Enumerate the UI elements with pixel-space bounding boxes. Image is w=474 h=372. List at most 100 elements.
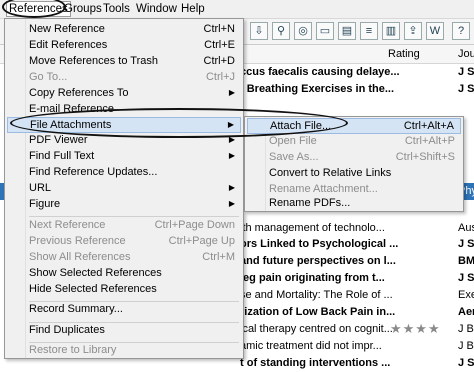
row-journal: J Sp	[458, 238, 474, 250]
menu-item-shortcut: Ctrl+Alt+A	[403, 120, 454, 132]
menu-item-find-duplicates[interactable]: Find Duplicates	[7, 323, 241, 339]
menu-item-label: Copy References To	[29, 87, 129, 99]
menu-item-shortcut: Ctrl+E	[204, 39, 235, 51]
help-icon[interactable]: ?	[452, 22, 470, 40]
menu-item-label: New Reference	[29, 23, 105, 35]
menu-item-pdf-viewer[interactable]: PDF Viewer ▶	[7, 133, 241, 149]
menu-item-label: Restore to Library	[29, 344, 117, 356]
menu-tools[interactable]: Tools	[103, 2, 130, 16]
row-title: rization of Low Back Pain in...	[240, 306, 396, 318]
column-journal[interactable]: Jou	[458, 48, 474, 60]
menu-item-shortcut: Ctrl+M	[202, 251, 235, 263]
menu-item-label: Go To...	[29, 71, 68, 83]
folder-icon[interactable]: ▭	[316, 22, 334, 40]
menu-item-label: Save As...	[269, 151, 319, 163]
row-title: ccus faecalis causing delaye...	[240, 66, 400, 78]
menu-item-figure[interactable]: Figure ▶	[7, 197, 241, 213]
menu-item-label: Rename PDFs...	[269, 197, 351, 209]
submenu-arrow-icon: ▶	[228, 183, 235, 192]
menu-item-label: Open File	[269, 135, 317, 147]
menu-item-shortcut: Ctrl+Page Up	[168, 235, 235, 247]
row-title: leg pain originating from t...	[240, 272, 385, 284]
row-journal: Exe	[458, 289, 474, 301]
menu-item-label: Attach File...	[270, 120, 332, 132]
submenu-arrow-icon: ▶	[228, 88, 235, 97]
list-icon[interactable]: ≡	[360, 22, 378, 40]
menu-item-label: Previous Reference	[29, 235, 126, 247]
menu-item-label: Next Reference	[29, 219, 106, 231]
submenu-item-open-file[interactable]: Open File Ctrl+Alt+P	[247, 134, 461, 150]
menu-item-label: Edit References	[29, 39, 108, 51]
row-title: amic treatment did not impr...	[240, 340, 382, 352]
submenu-arrow-icon: ▶	[228, 199, 235, 208]
menu-item-go-to[interactable]: Go To... Ctrl+J	[7, 70, 241, 86]
row-title: ical therapy centred on cognit...	[240, 323, 393, 335]
find-icon[interactable]: ⚲	[272, 22, 290, 40]
menu-item-email-reference[interactable]: E-mail Reference	[7, 102, 241, 118]
menu-item-find-full-text[interactable]: Find Full Text ▶	[7, 149, 241, 165]
menu-item-move-to-trash[interactable]: Move References to Trash Ctrl+D	[7, 54, 241, 70]
submenu-item-save-as[interactable]: Save As... Ctrl+Shift+S	[247, 150, 461, 166]
menu-item-copy-references-to[interactable]: Copy References To ▶	[7, 86, 241, 102]
online-search-icon[interactable]: ◎	[294, 22, 312, 40]
export-icon[interactable]: ⇪	[404, 22, 422, 40]
column-rating[interactable]: Rating	[388, 48, 420, 60]
row-journal: J Sp	[458, 83, 474, 95]
submenu-arrow-icon: ▶	[227, 120, 234, 129]
menu-item-label: File Attachments	[30, 119, 112, 131]
menu-help[interactable]: Help	[181, 2, 205, 16]
menu-item-find-reference-updates[interactable]: Find Reference Updates...	[7, 165, 241, 181]
row-journal: J Be	[458, 323, 474, 335]
menu-item-label: PDF Viewer	[29, 134, 88, 146]
row-journal: Aus	[458, 222, 474, 234]
word-icon[interactable]: W	[426, 22, 444, 40]
menu-item-url[interactable]: URL ▶	[7, 181, 241, 197]
menu-item-edit-references[interactable]: Edit References Ctrl+E	[7, 38, 241, 54]
row-title: se and Mortality: The Role of ...	[240, 289, 393, 301]
submenu-item-rename-pdfs[interactable]: Rename PDFs...	[247, 196, 461, 212]
open-icon[interactable]: ▤	[338, 22, 356, 40]
submenu-item-convert-relative-links[interactable]: Convert to Relative Links	[247, 166, 461, 182]
menu-item-record-summary[interactable]: Record Summary...	[7, 302, 241, 318]
submenu-item-attach-file[interactable]: Attach File... Ctrl+Alt+A	[247, 118, 461, 134]
menu-item-label: Record Summary...	[29, 303, 123, 315]
menu-item-shortcut: Ctrl+N	[203, 23, 235, 35]
menu-groups[interactable]: Groups	[64, 2, 102, 16]
menu-window[interactable]: Window	[136, 2, 177, 16]
submenu-arrow-icon: ▶	[228, 151, 235, 160]
menu-item-label: Rename Attachment...	[269, 183, 378, 195]
menu-item-shortcut: Ctrl+Shift+S	[395, 151, 455, 163]
row-title: f Breathing Exercises in the...	[240, 83, 395, 95]
menu-separator	[29, 216, 239, 217]
menu-item-file-attachments[interactable]: File Attachments ▶	[7, 117, 241, 133]
menu-item-shortcut: Ctrl+Page Down	[154, 219, 235, 231]
row-title: ith management of technolo...	[240, 222, 385, 234]
rating-stars[interactable]: ★★★★	[390, 321, 441, 337]
menu-item-shortcut: Ctrl+Alt+P	[404, 135, 455, 147]
row-journal: J Sp	[458, 272, 474, 284]
menu-item-label: Show Selected References	[29, 267, 162, 279]
menu-item-previous-reference[interactable]: Previous Reference Ctrl+Page Up	[7, 234, 241, 250]
menu-item-restore-to-library[interactable]: Restore to Library	[7, 343, 241, 359]
menu-item-next-reference[interactable]: Next Reference Ctrl+Page Down	[7, 218, 241, 234]
row-journal: J Sp	[458, 66, 474, 78]
menu-references[interactable]: References	[6, 1, 71, 17]
menu-item-label: URL	[29, 182, 52, 194]
menu-item-shortcut: Ctrl+J	[205, 71, 235, 83]
menu-item-label: E-mail Reference	[29, 103, 114, 115]
menu-item-show-selected-references[interactable]: Show Selected References	[7, 266, 241, 282]
menu-item-label: Find Full Text	[29, 150, 95, 162]
import-icon[interactable]: ⇩	[250, 22, 268, 40]
menu-item-new-reference[interactable]: New Reference Ctrl+N	[7, 22, 241, 38]
row-journal: BM	[458, 255, 474, 267]
file-attachments-submenu: Attach File... Ctrl+Alt+A Open File Ctrl…	[244, 116, 464, 212]
references-menu: New Reference Ctrl+N Edit References Ctr…	[4, 18, 244, 359]
menu-item-label: Show All References	[29, 251, 131, 263]
menu-item-hide-selected-references[interactable]: Hide Selected References	[7, 282, 241, 298]
menu-item-label: Figure	[29, 198, 61, 210]
menu-item-label: Find Reference Updates...	[29, 166, 158, 178]
row-journal: J Bi	[458, 340, 474, 352]
chart-icon[interactable]: ▥	[382, 22, 400, 40]
menu-item-show-all-references[interactable]: Show All References Ctrl+M	[7, 250, 241, 266]
row-journal: Aer	[458, 306, 474, 318]
